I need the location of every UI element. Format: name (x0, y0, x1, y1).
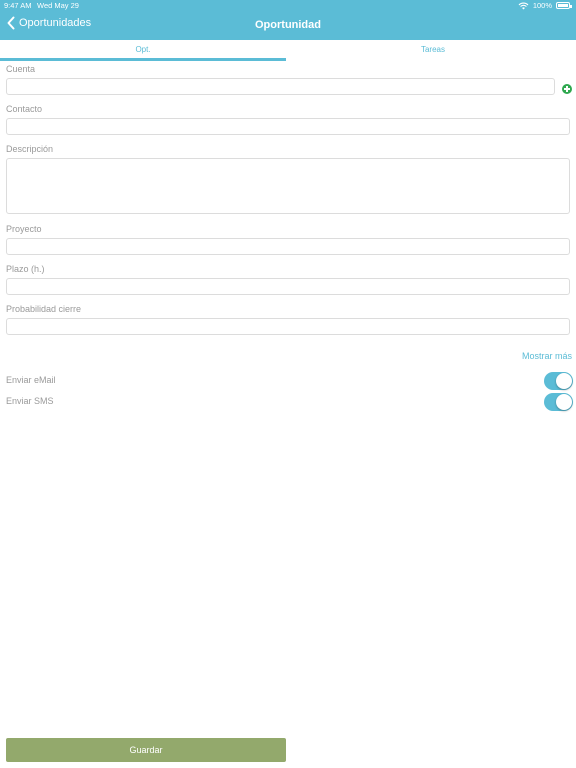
battery-percent: 100% (532, 1, 552, 10)
cuenta-field[interactable] (6, 78, 555, 95)
sms-toggle[interactable] (544, 393, 573, 411)
page-title: Oportunidad (255, 19, 321, 31)
toggle-knob (556, 394, 572, 410)
tab-tareas[interactable]: Tareas (290, 40, 576, 61)
plazo-label: Plazo (h.) (6, 264, 45, 274)
status-time: 9:47 AM (4, 1, 32, 10)
plazo-field[interactable] (6, 278, 570, 295)
sms-switch-label: Enviar SMS (6, 396, 54, 406)
email-toggle[interactable] (544, 372, 573, 390)
toggle-knob (556, 373, 572, 389)
show-more-link[interactable]: Mostrar más (522, 351, 572, 361)
contacto-label: Contacto (6, 104, 43, 114)
status-right: 100% (518, 1, 572, 10)
add-icon[interactable] (562, 84, 572, 94)
tab-indicator (0, 58, 286, 61)
cuenta-label: Cuenta (6, 64, 36, 74)
save-button[interactable]: Guardar (6, 738, 286, 762)
status-date: Wed May 29 (37, 1, 79, 10)
wifi-icon (518, 2, 529, 10)
battery-icon (556, 2, 572, 9)
descripcion-label: Descripción (6, 144, 54, 154)
probabilidad-field[interactable] (6, 318, 570, 335)
navigation-bar: 9:47 AM Wed May 29 100% Oportunidades Op… (0, 0, 576, 40)
probabilidad-label: Probabilidad cierre (6, 304, 82, 314)
contacto-field[interactable] (6, 118, 570, 135)
proyecto-field[interactable] (6, 238, 570, 255)
email-switch-label: Enviar eMail (6, 375, 56, 385)
descripcion-field[interactable] (6, 158, 570, 214)
proyecto-label: Proyecto (6, 224, 42, 234)
